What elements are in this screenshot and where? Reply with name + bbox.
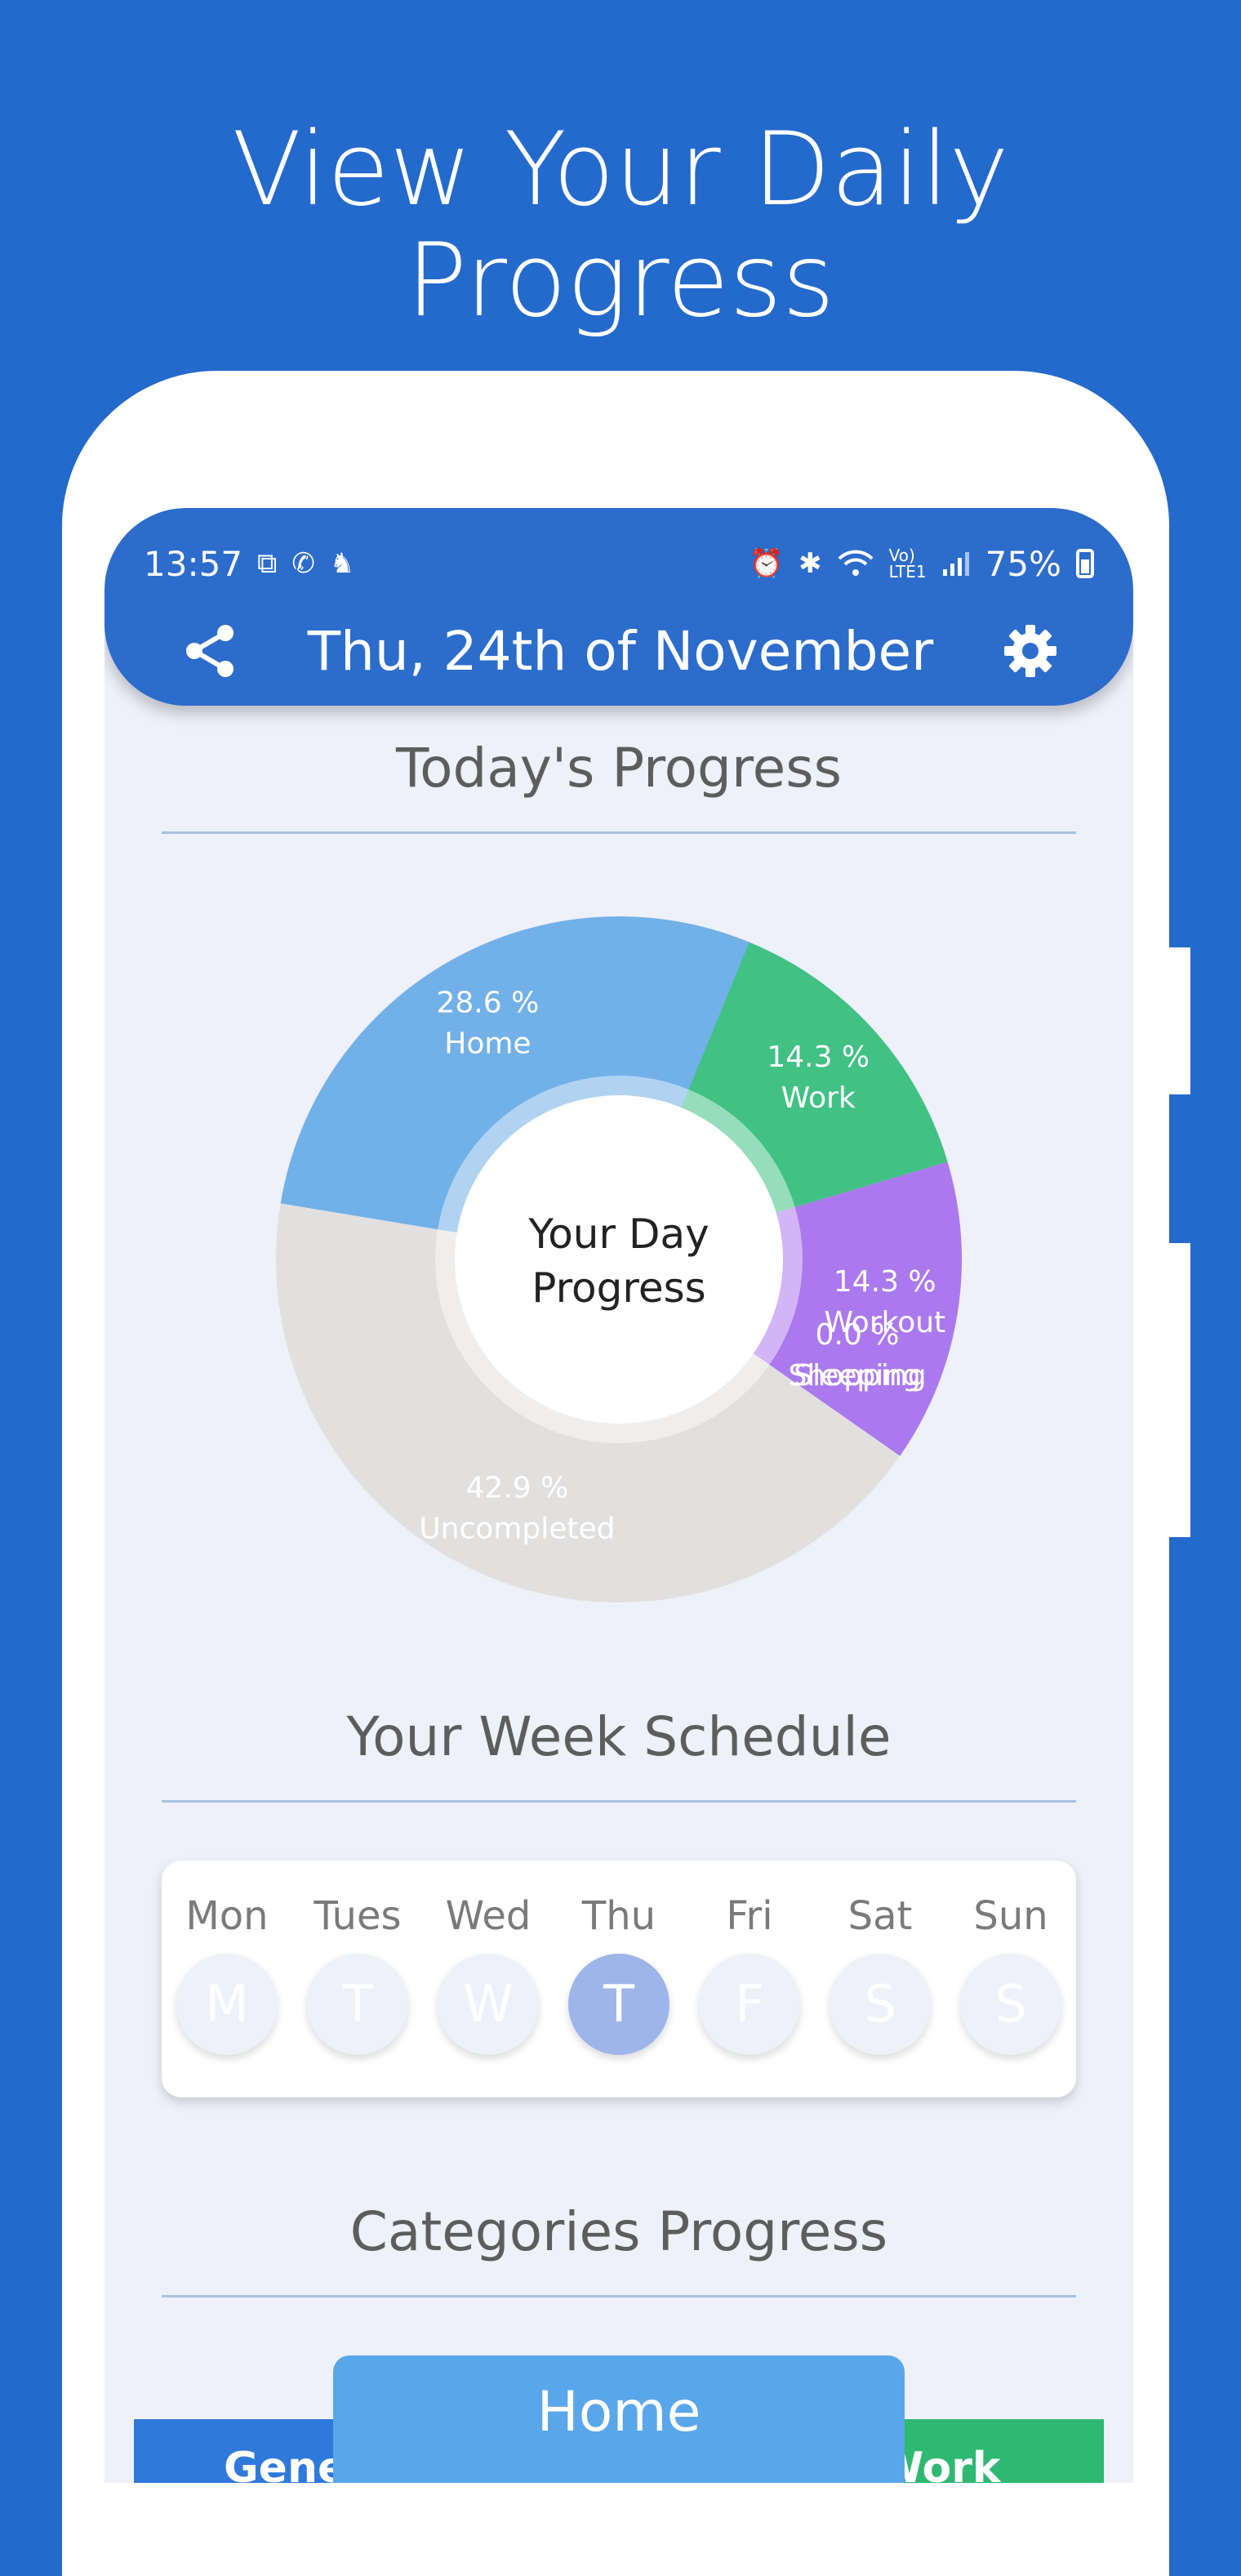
screenshot-icon: ⧉: [257, 547, 278, 580]
battery-icon: [1076, 549, 1094, 578]
slice-label-work: Work: [781, 1081, 856, 1115]
category-tab-general[interactable]: General: [134, 2419, 346, 2483]
day-name-label: Mon: [185, 1893, 269, 1939]
volte-icon: Vo) LTE1: [888, 546, 927, 582]
slice-label-shopping: Shopping: [789, 1359, 927, 1393]
slice-label-sleeping: 0.0 %: [816, 1318, 900, 1352]
day-circle-button[interactable]: F: [699, 1954, 800, 2055]
whatsapp-icon: ✆: [291, 547, 315, 580]
day-circle-button[interactable]: M: [176, 1954, 278, 2055]
section-divider: [162, 2295, 1076, 2297]
slice-label-home: Home: [444, 1027, 531, 1061]
phone-side-button-power: [1169, 1243, 1190, 1537]
day-circle-button[interactable]: T: [568, 1954, 669, 2055]
week-schedule-title: Your Week Schedule: [346, 1705, 892, 1768]
day-sat: Sat S: [819, 1893, 941, 2055]
day-progress-donut-chart: Your Day Progress 14.3 % Work 14.3 % Workout 0…: [268, 908, 970, 1611]
day-circle-button[interactable]: S: [960, 1954, 1061, 2055]
day-name-label: Fri: [726, 1893, 773, 1939]
share-icon: [186, 625, 234, 677]
gear-icon: [1003, 625, 1056, 677]
day-circle-button[interactable]: T: [307, 1954, 408, 2055]
category-tab-work[interactable]: Work: [877, 2419, 1104, 2483]
donut-center-hole: [455, 1095, 783, 1424]
day-name-label: Sun: [973, 1893, 1048, 1939]
day-tues: Tues T: [296, 1893, 419, 2055]
app-bar: 13:57 ⧉ ✆ ♞ ⏰ ✱ Vo) LTE1 75% Thu, 24th o…: [105, 508, 1133, 706]
slice-label-work: 14.3 %: [767, 1041, 870, 1074]
day-wed: Wed W: [427, 1893, 549, 2055]
app-screen: 13:57 ⧉ ✆ ♞ ⏰ ✱ Vo) LTE1 75% Thu, 24th o…: [105, 508, 1133, 2483]
headline-line-2: Progress: [406, 222, 835, 340]
day-name-label: Tues: [314, 1893, 402, 1939]
app-notification-icon: ♞: [329, 547, 355, 580]
alarm-icon: ⏰: [749, 547, 785, 580]
category-tab-home[interactable]: Home: [333, 2355, 905, 2483]
signal-icon: [942, 552, 969, 576]
day-fri: Fri F: [688, 1893, 811, 2055]
promo-headline: View Your Daily Progress: [0, 114, 1241, 336]
day-name-label: Sat: [847, 1893, 913, 1939]
donut-center-label: Progress: [532, 1264, 705, 1312]
section-divider: [162, 831, 1076, 834]
date-title: Thu, 24th of November: [307, 619, 934, 683]
phone-side-button-volume: [1169, 947, 1190, 1094]
slice-label-uncompleted: 42.9 %: [466, 1472, 569, 1505]
categories-progress-title: Categories Progress: [349, 2200, 888, 2263]
day-mon: Mon M: [166, 1893, 288, 2055]
category-tab-label: General: [224, 2444, 346, 2483]
day-circle-button[interactable]: S: [830, 1954, 931, 2055]
section-divider: [162, 1800, 1076, 1803]
day-name-label: Wed: [445, 1893, 532, 1939]
slice-label-workout: 14.3 %: [834, 1265, 936, 1299]
slice-label-home: 28.6 %: [437, 987, 540, 1020]
week-schedule-card: Mon M Tues T Wed W Thu T Fri F Sat S Sun S: [162, 1861, 1076, 2097]
donut-center-label: Your Day: [527, 1210, 709, 1258]
headline-line-1: View Your Daily: [232, 111, 1009, 229]
todays-progress-title: Today's Progress: [395, 737, 843, 800]
status-time: 13:57: [144, 543, 243, 584]
day-name-label: Thu: [581, 1893, 656, 1939]
day-circle-button[interactable]: W: [438, 1954, 539, 2055]
wifi-icon: [838, 550, 874, 576]
share-button[interactable]: [180, 620, 242, 682]
settings-button[interactable]: [999, 620, 1061, 682]
bluetooth-icon: ✱: [798, 547, 822, 580]
battery-percent: 75%: [985, 543, 1061, 584]
day-sun: Sun S: [950, 1893, 1072, 2055]
day-thu: Thu T: [558, 1893, 680, 2055]
status-bar: 13:57 ⧉ ✆ ♞ ⏰ ✱ Vo) LTE1 75%: [144, 539, 1094, 588]
category-tab-label: Home: [536, 2380, 701, 2445]
slice-label-uncompleted: Uncompleted: [419, 1513, 615, 1546]
